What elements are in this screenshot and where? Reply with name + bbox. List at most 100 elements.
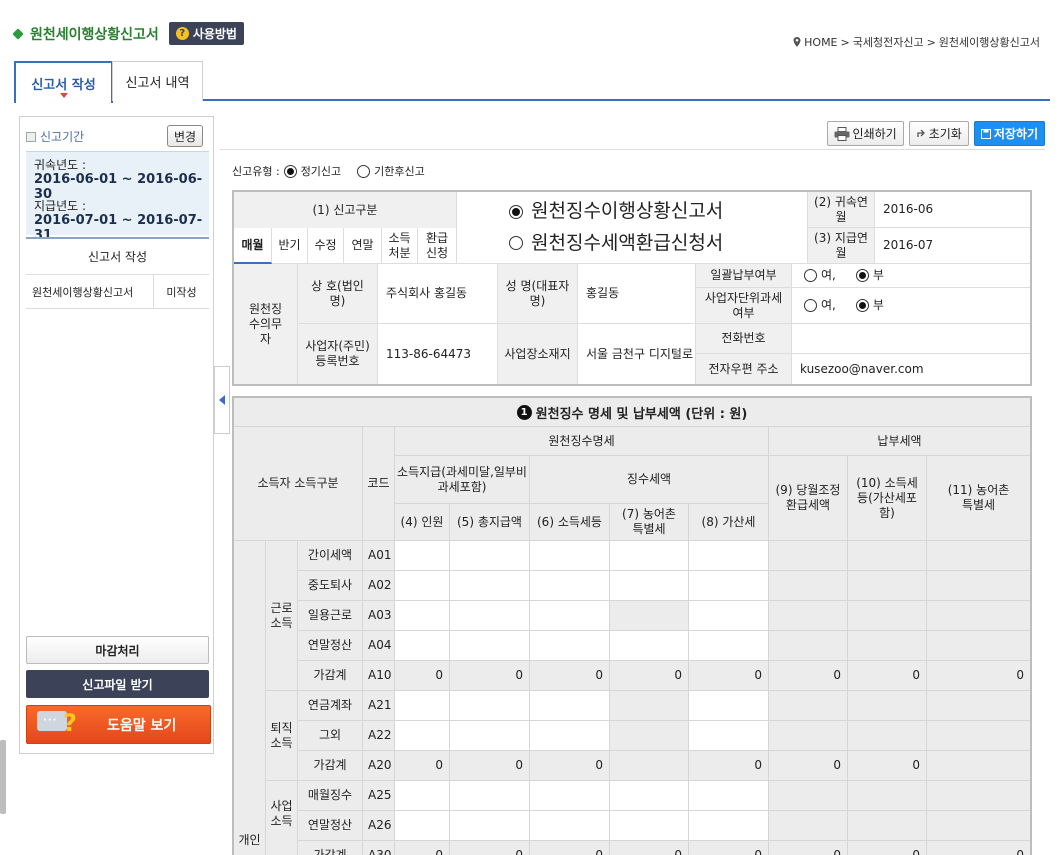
close-button[interactable]: 마감처리 — [26, 636, 209, 664]
table-input-cell[interactable] — [530, 721, 610, 751]
table-input-cell[interactable] — [530, 601, 610, 631]
category-refund[interactable]: 환급신청 — [418, 228, 457, 264]
table-input-cell[interactable] — [395, 721, 450, 751]
table-input-cell[interactable] — [689, 691, 769, 721]
table-total-cell: 0 — [395, 751, 450, 781]
howto-button[interactable]: ? 사용방법 — [168, 22, 244, 45]
change-period-button[interactable]: 변경 — [167, 125, 203, 147]
address-value[interactable]: 서울 금천구 디지털로 — [578, 324, 696, 384]
table-input-cell[interactable] — [530, 631, 610, 661]
table-input-cell[interactable] — [610, 631, 689, 661]
help-button[interactable]: ···? 도움말 보기 — [26, 705, 211, 744]
save-button[interactable]: 저장하기 — [973, 121, 1045, 146]
bizno-value[interactable]: 113-86-64473 — [378, 324, 498, 384]
header-payment: 납부세액 — [769, 427, 1030, 456]
radio-late-label: 기한후신고 — [374, 165, 425, 178]
table-input-cell[interactable] — [395, 631, 450, 661]
print-button[interactable]: 인쇄하기 — [826, 121, 904, 146]
breadcrumb-item[interactable]: 국세청전자신고 — [853, 34, 924, 50]
doc-type-2-radio[interactable] — [509, 236, 523, 251]
table-input-cell[interactable] — [610, 571, 689, 601]
question-icon: ? — [175, 27, 189, 40]
table-input-cell[interactable] — [689, 811, 769, 841]
page-header: 원천세이행상황신고서 ? 사용방법 HOME > 국세청전자신고 > 원천세이행상… — [0, 0, 1064, 58]
table-input-cell[interactable] — [450, 811, 530, 841]
tab-history[interactable]: 신고서 내역 — [112, 61, 203, 101]
company-value[interactable]: 주식회사 홍길동 — [378, 264, 498, 324]
table-input-cell[interactable] — [450, 631, 530, 661]
table-input-cell[interactable] — [530, 781, 610, 811]
sidebar-collapse-toggle[interactable] — [214, 366, 230, 434]
table-total-cell: 0 — [689, 751, 769, 781]
header-income-type: 소득자 소득구분 — [234, 427, 363, 541]
reset-button[interactable]: 초기화 — [908, 121, 969, 146]
table-total-cell: 0 — [848, 751, 927, 781]
table-input-cell[interactable] — [450, 781, 530, 811]
category-amend[interactable]: 수정 — [308, 228, 344, 264]
radio-regular[interactable] — [283, 164, 297, 178]
table-cell — [927, 541, 1030, 571]
table-input-cell[interactable] — [395, 691, 450, 721]
unit-yes-label: 여, — [821, 298, 836, 312]
table-input-cell[interactable] — [689, 631, 769, 661]
table-total-cell: 0 — [848, 661, 927, 691]
table-cell — [927, 721, 1030, 751]
table-input-cell[interactable] — [610, 811, 689, 841]
table-input-cell[interactable] — [689, 721, 769, 751]
header-adjust: (9) 당월조정환급세액 — [769, 456, 848, 541]
table-input-cell[interactable] — [689, 781, 769, 811]
category-monthly[interactable]: 매월 — [234, 228, 272, 264]
table-input-cell[interactable] — [610, 781, 689, 811]
table-input-cell[interactable] — [450, 541, 530, 571]
table-input-cell[interactable] — [395, 571, 450, 601]
belong-month-value[interactable]: 2016-06 — [875, 192, 1030, 228]
lump-no-radio[interactable] — [855, 269, 869, 282]
table-input-cell[interactable] — [395, 811, 450, 841]
table-input-cell[interactable] — [395, 601, 450, 631]
lump-yes-radio[interactable] — [804, 269, 817, 282]
unit-yes-radio[interactable] — [804, 299, 817, 312]
table-input-cell[interactable] — [689, 601, 769, 631]
table-input-cell[interactable] — [610, 541, 689, 571]
unit-tax-label: 사업자단위과세여부 — [696, 288, 792, 324]
category-disposal[interactable]: 소득처분 — [382, 228, 418, 264]
table-input-cell[interactable] — [530, 691, 610, 721]
header-rural-pay: (11) 농어촌특별세 — [927, 456, 1030, 541]
table-input-cell[interactable] — [395, 541, 450, 571]
category-half[interactable]: 반기 — [272, 228, 308, 264]
pay-year-label: 지급년도 : — [34, 199, 87, 213]
table-input-cell[interactable] — [450, 721, 530, 751]
scrollbar[interactable] — [0, 740, 6, 814]
email-value[interactable]: kusezoo@naver.com — [792, 354, 1030, 384]
pay-month-value[interactable]: 2016-07 — [875, 228, 1030, 264]
table-input-cell[interactable] — [530, 811, 610, 841]
report-list-item[interactable]: 원천세이행상황신고서 미작성 — [26, 275, 209, 309]
table-input-cell[interactable] — [689, 571, 769, 601]
table-input-cell[interactable] — [450, 571, 530, 601]
phone-value[interactable] — [792, 324, 1030, 354]
table-total-cell: 0 — [927, 841, 1030, 855]
table-input-cell[interactable] — [530, 541, 610, 571]
header-persons: (4) 인원 — [395, 504, 450, 541]
breadcrumb-home[interactable]: HOME — [804, 36, 837, 49]
table-input-cell[interactable] — [395, 781, 450, 811]
table-input-cell[interactable] — [689, 541, 769, 571]
table-input-cell[interactable] — [530, 571, 610, 601]
tab-write[interactable]: 신고서 작성 — [14, 61, 113, 103]
download-file-button[interactable]: 신고파일 받기 — [26, 670, 209, 698]
table-input-cell[interactable] — [450, 601, 530, 631]
category-yearend[interactable]: 연말 — [344, 228, 382, 264]
table-input-cell[interactable] — [450, 691, 530, 721]
rep-value[interactable]: 홍길동 — [578, 264, 696, 324]
table-cell — [927, 631, 1030, 661]
table-cell — [769, 571, 848, 601]
category-label: (1) 신고구분 — [234, 192, 457, 228]
header-total-pay: (5) 총지급액 — [450, 504, 530, 541]
unit-no-radio[interactable] — [855, 299, 869, 312]
table-total-cell: 0 — [450, 841, 530, 855]
table-cell — [927, 751, 1030, 781]
doc-type-2[interactable]: 원천징수세액환급신청서 — [509, 232, 723, 256]
doc-type-1[interactable]: 원천징수이행상황신고서 — [509, 200, 723, 224]
radio-late[interactable] — [357, 164, 371, 178]
doc-type-1-radio[interactable] — [509, 204, 523, 219]
